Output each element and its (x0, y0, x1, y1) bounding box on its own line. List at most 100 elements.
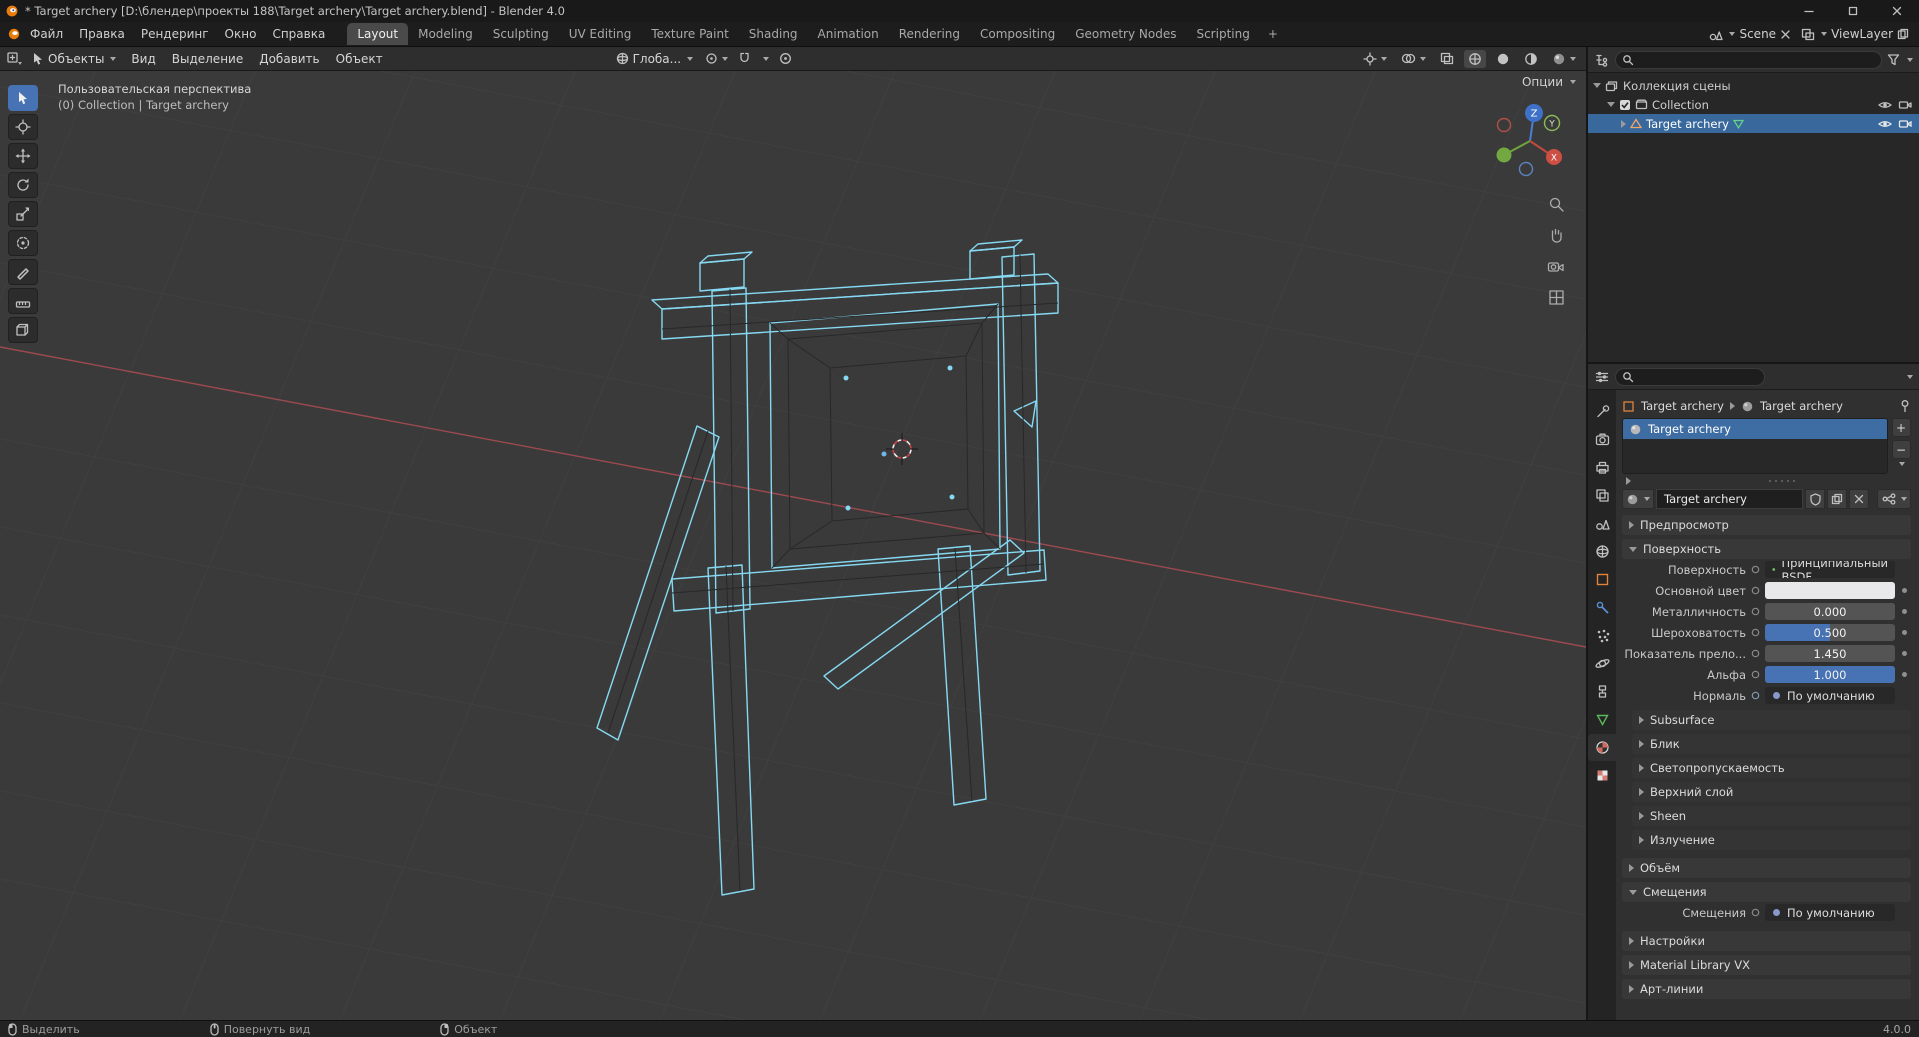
metallic-value-field[interactable]: 0.000 (1765, 603, 1895, 620)
base-color-swatch[interactable] (1765, 582, 1895, 599)
tab-compositing[interactable]: Compositing (970, 23, 1065, 45)
fake-user-button[interactable] (1805, 489, 1825, 509)
keyframe-dot[interactable] (1899, 672, 1910, 677)
unlink-scene-icon[interactable] (1780, 29, 1791, 40)
panel-specular[interactable]: Блик (1632, 734, 1911, 754)
tab-scripting[interactable]: Scripting (1186, 23, 1259, 45)
panel-preview[interactable]: Предпросмотр (1622, 515, 1911, 535)
filter-icon[interactable] (1887, 53, 1900, 66)
displacement-dropdown[interactable]: По умолчанию (1765, 904, 1895, 921)
menu-window[interactable]: Окно (217, 24, 265, 44)
menu-file[interactable]: Файл (22, 24, 71, 44)
panel-displacement[interactable]: Смещения (1622, 882, 1911, 902)
view-layer-selector[interactable]: ViewLayer (1801, 27, 1909, 41)
tab-scene[interactable] (1588, 510, 1616, 537)
remove-slot-button[interactable]: − (1891, 440, 1911, 459)
pan-button[interactable] (1545, 224, 1567, 246)
tab-layout[interactable]: Layout (347, 23, 409, 45)
snap-toggle[interactable] (734, 50, 755, 67)
tab-texture[interactable] (1588, 762, 1616, 789)
scale-tool[interactable] (8, 201, 38, 227)
maximize-button[interactable] (1831, 0, 1875, 22)
breadcrumb-object[interactable]: Target archery (1641, 399, 1724, 413)
hide-eye-icon[interactable] (1878, 100, 1892, 110)
tab-constraints[interactable] (1588, 678, 1616, 705)
move-tool[interactable] (8, 143, 38, 169)
cursor-tool[interactable] (8, 114, 38, 140)
checkbox-checked-icon[interactable] (1619, 99, 1631, 111)
scene-selector[interactable]: Scene (1709, 27, 1791, 41)
menu-edit[interactable]: Правка (71, 24, 133, 44)
panel-material-library[interactable]: Material Library VX (1622, 955, 1911, 975)
keyframe-dot[interactable] (1899, 588, 1910, 593)
menu-select[interactable]: Выделение (165, 49, 250, 69)
pin-icon[interactable] (1899, 399, 1911, 413)
gizmo-dropdown[interactable] (1359, 50, 1391, 68)
panel-transmission[interactable]: Светопропускаемость (1632, 758, 1911, 778)
shading-rendered-button[interactable] (1548, 50, 1580, 68)
tab-uv-editing[interactable]: UV Editing (559, 23, 642, 45)
expand-icon[interactable] (1593, 83, 1601, 88)
tab-material[interactable] (1588, 734, 1616, 761)
xray-toggle[interactable] (1436, 50, 1458, 67)
tab-tool[interactable] (1588, 398, 1616, 425)
axis-neg-x-handle[interactable] (1496, 117, 1512, 133)
proportional-edit-toggle[interactable] (775, 50, 796, 67)
transform-tool[interactable] (8, 230, 38, 256)
new-view-layer-icon[interactable] (1897, 28, 1909, 40)
zoom-button[interactable] (1545, 193, 1567, 215)
material-slot-item[interactable]: Target archery (1623, 419, 1887, 439)
orthographic-toggle-button[interactable] (1545, 286, 1567, 308)
tab-world[interactable] (1588, 538, 1616, 565)
camera-view-button[interactable] (1545, 255, 1567, 277)
row-collection[interactable]: Collection (1588, 95, 1919, 114)
overlays-dropdown[interactable] (1397, 50, 1430, 67)
axis-neg-z-handle[interactable] (1518, 161, 1534, 177)
alpha-slider[interactable]: 1.000 (1765, 666, 1895, 683)
shading-wireframe-button[interactable] (1464, 49, 1486, 68)
rotate-tool[interactable] (8, 172, 38, 198)
outliner-editor-icon[interactable] (1594, 53, 1610, 67)
material-name-field[interactable]: Target archery (1656, 489, 1803, 509)
app-menu-icon[interactable] (6, 27, 22, 41)
breadcrumb-material[interactable]: Target archery (1760, 399, 1843, 413)
menu-object[interactable]: Объект (329, 49, 390, 69)
navigation-gizmo[interactable]: Z X Y (1488, 97, 1572, 181)
axis-y-handle[interactable] (1496, 147, 1512, 163)
add-primitive-tool[interactable] (8, 317, 38, 343)
properties-editor-icon[interactable] (1594, 370, 1610, 384)
tab-object-data[interactable] (1588, 706, 1616, 733)
tab-modifiers[interactable] (1588, 594, 1616, 621)
select-box-tool[interactable] (8, 85, 38, 111)
tab-physics[interactable] (1588, 650, 1616, 677)
tab-rendering[interactable]: Rendering (889, 23, 970, 45)
surface-type-dropdown[interactable]: Принципиальный BSDF (1765, 561, 1895, 578)
unlink-material-button[interactable] (1849, 489, 1869, 509)
shading-material-button[interactable] (1520, 50, 1542, 68)
annotate-tool[interactable] (8, 259, 38, 285)
slot-specials-menu[interactable] (1899, 462, 1905, 466)
viewport-canvas[interactable]: Пользовательская перспектива (0) Collect… (0, 71, 1586, 1020)
tab-particles[interactable] (1588, 622, 1616, 649)
new-material-button[interactable] (1827, 489, 1847, 509)
minimize-button[interactable] (1787, 0, 1831, 22)
measure-tool[interactable] (8, 288, 38, 314)
panel-subsurface[interactable]: Subsurface (1632, 710, 1911, 730)
panel-emission[interactable]: Излучение (1632, 830, 1911, 850)
tab-texture-paint[interactable]: Texture Paint (641, 23, 738, 45)
tab-sculpting[interactable]: Sculpting (483, 23, 559, 45)
tab-shading[interactable]: Shading (739, 23, 808, 45)
keyframe-dot[interactable] (1899, 630, 1910, 635)
use-nodes-button[interactable] (1877, 489, 1911, 509)
tab-modeling[interactable]: Modeling (408, 23, 483, 45)
tab-animation[interactable]: Animation (808, 23, 889, 45)
outliner-search-input[interactable] (1615, 50, 1882, 69)
expand-icon[interactable] (1621, 119, 1626, 128)
roughness-slider[interactable]: 0.500 (1765, 624, 1895, 641)
transform-orientation-dropdown[interactable]: Глоба... (609, 49, 700, 68)
add-slot-button[interactable]: + (1891, 418, 1911, 437)
shading-solid-button[interactable] (1492, 50, 1514, 68)
menu-add[interactable]: Добавить (252, 49, 326, 69)
close-button[interactable] (1875, 0, 1919, 22)
keyframe-dot[interactable] (1899, 651, 1910, 656)
